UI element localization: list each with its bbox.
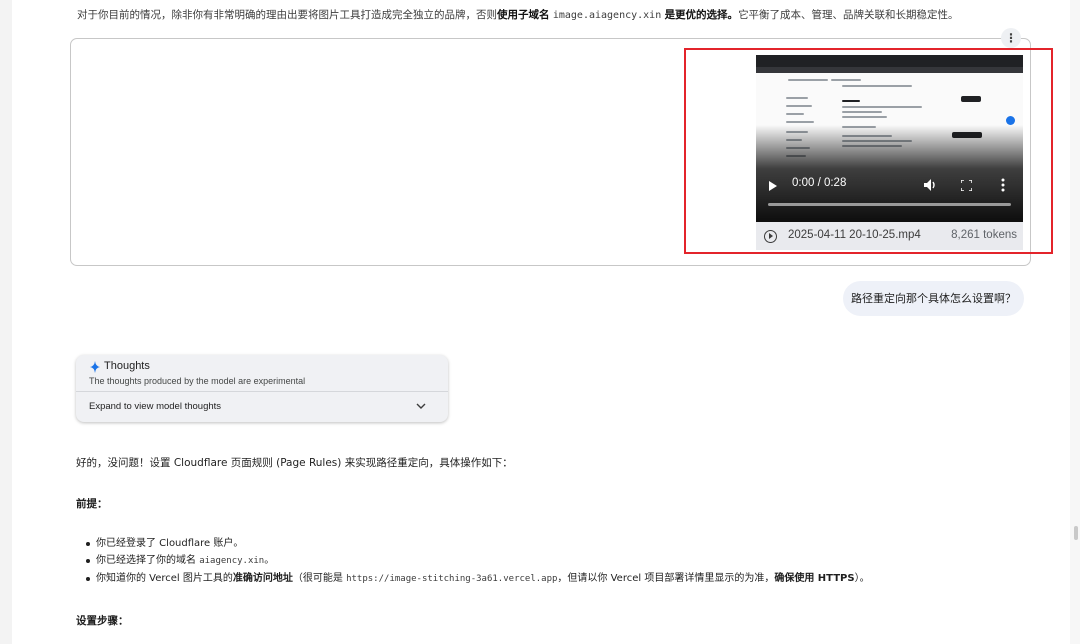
bullet-3-prefix: 你知道你的 Vercel 图片工具的 <box>96 573 233 584</box>
response-intro: 好的，没问题！设置 Cloudflare 页面规则 (Page Rules) 来… <box>76 457 513 469</box>
left-gutter <box>0 0 12 644</box>
list-item: 你已经登录了 Cloudflare 账户。 <box>84 535 870 552</box>
more-options-button[interactable]: ⋮ <box>1001 28 1021 48</box>
top-text-prefix: 对于你目前的情况，除非你有非常明确的理由出要将图片工具打造成完全独立的品牌，否则 <box>77 9 497 21</box>
chevron-down-icon[interactable] <box>416 402 426 410</box>
previous-response-text: 对于你目前的情况，除非你有非常明确的理由出要将图片工具打造成完全独立的品牌，否则… <box>77 6 1007 25</box>
highlight-annotation-box <box>684 48 1053 254</box>
top-text-bold-a: 使用子域名 <box>497 9 550 21</box>
setup-steps-heading: 设置步骤： <box>76 615 129 627</box>
prerequisites-list: 你已经登录了 Cloudflare 账户。 你已经选择了你的域名 aiagenc… <box>84 535 870 588</box>
sparkle-icon <box>90 361 100 373</box>
bullet-3-end: ）。 <box>854 573 870 584</box>
list-item: 你已经选择了你的域名 aiagency.xin。 <box>84 552 870 570</box>
bullet-3-mid2: ，但请以你 Vercel 项目部署详情里显示的为准， <box>557 573 775 584</box>
thoughts-panel: Thoughts The thoughts produced by the mo… <box>76 355 448 422</box>
bullet-2-code: aiagency.xin <box>199 556 265 566</box>
thoughts-title: Thoughts <box>104 360 150 372</box>
bullet-2-suffix: 。 <box>264 555 275 566</box>
bullet-1-text: 你已经登录了 Cloudflare 账户。 <box>96 538 244 549</box>
top-text-bold-b: 是更优的选择。 <box>664 9 739 21</box>
expand-thoughts-button[interactable]: Expand to view model thoughts <box>76 392 448 422</box>
list-item: 你知道你的 Vercel 图片工具的准确访问地址（很可能是 https://im… <box>84 570 870 588</box>
bullet-3-bold2: 确保使用 HTTPS <box>774 573 855 584</box>
bullet-3-bold: 准确访问地址 <box>232 573 293 584</box>
bullet-3-code: https://image-stitching-3a61.vercel.app <box>346 574 558 584</box>
top-text-domain: image.aiagency.xin <box>552 10 662 21</box>
thoughts-subtitle: The thoughts produced by the model are e… <box>89 376 306 386</box>
bullet-3-mid: （很可能是 <box>292 573 347 584</box>
bullet-2-prefix: 你已经选择了你的域名 <box>96 555 200 566</box>
expand-thoughts-label: Expand to view model thoughts <box>89 401 222 412</box>
scrollbar-track[interactable] <box>1070 0 1080 644</box>
user-message-bubble: 路径重定向那个具体怎么设置啊？ <box>843 281 1024 316</box>
prerequisites-heading: 前提： <box>76 498 108 510</box>
scrollbar-thumb[interactable] <box>1074 526 1078 540</box>
top-text-suffix: 它平衡了成本、管理、品牌关联和长期稳定性。 <box>738 9 959 21</box>
